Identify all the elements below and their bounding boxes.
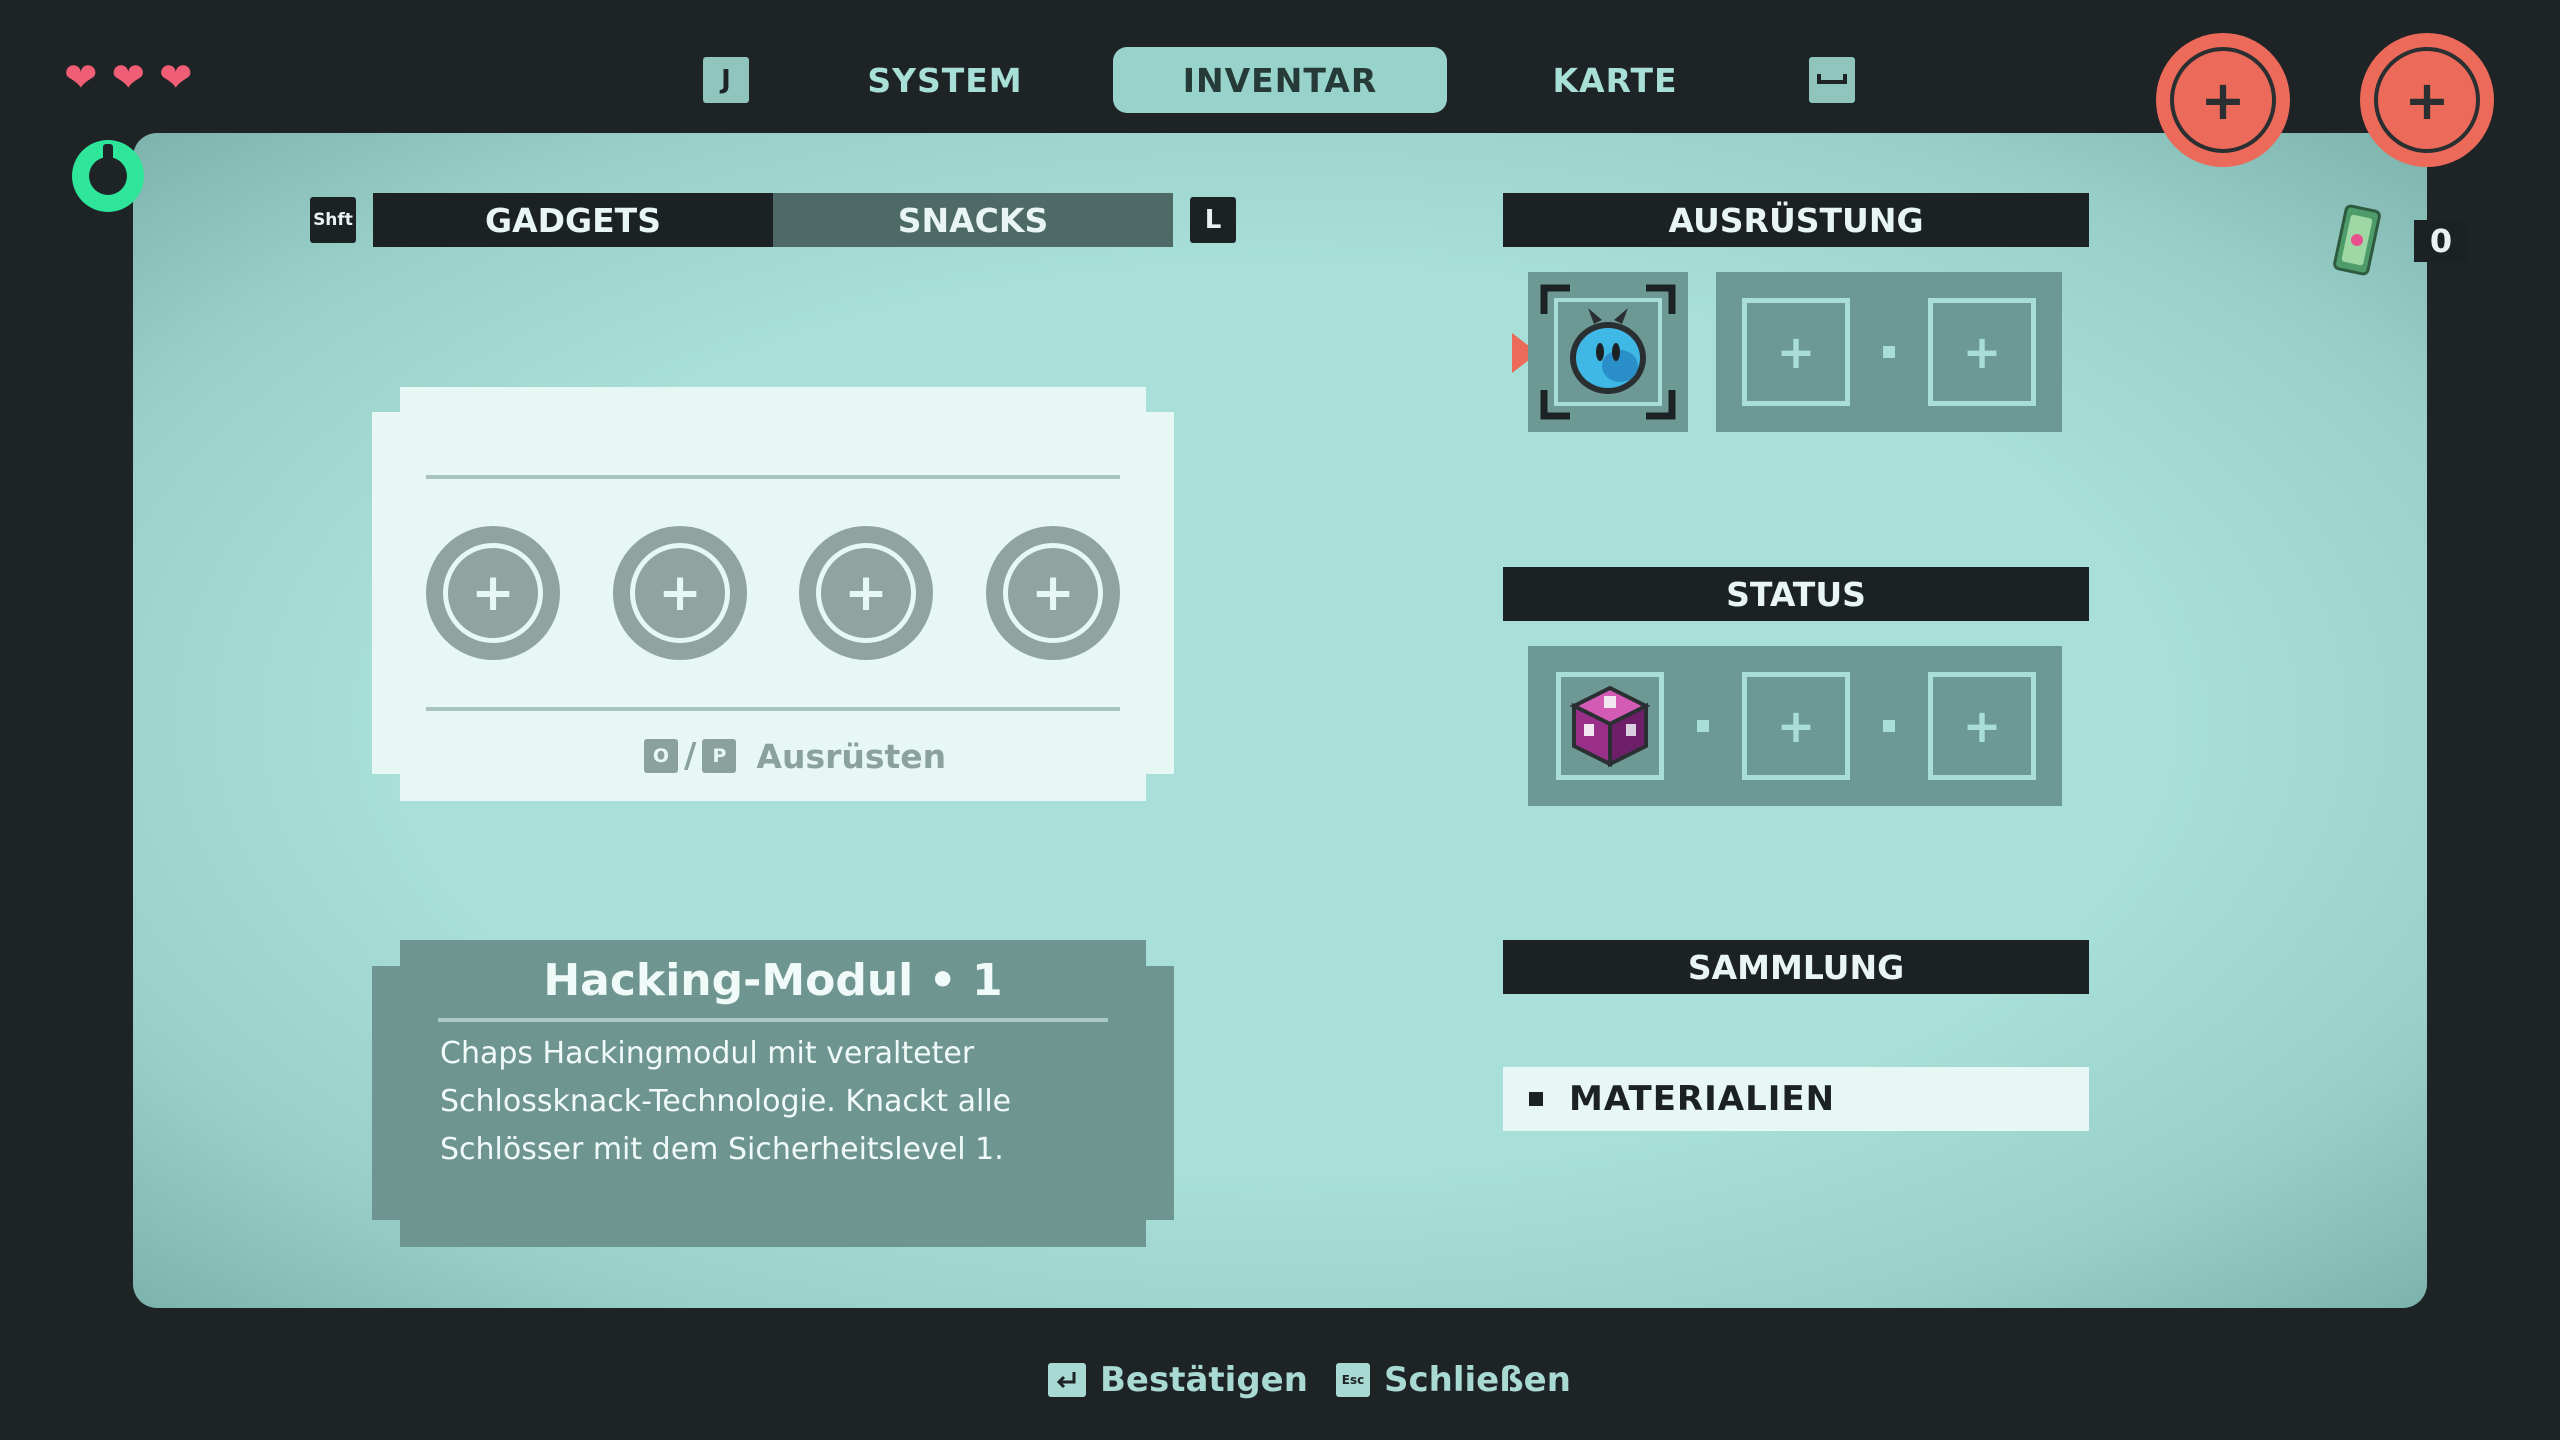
cube-item-icon <box>1569 685 1651 768</box>
collection-item-materialien[interactable]: MATERIALIEN <box>1503 1067 2089 1131</box>
slot-separator <box>1883 346 1895 358</box>
tab-karte[interactable]: KARTE <box>1500 47 1730 113</box>
slot-separator <box>1697 720 1709 732</box>
close-label: Schließen <box>1384 1360 1571 1400</box>
confirm-hint[interactable]: Bestätigen <box>1048 1360 1308 1400</box>
collection-header: SAMMLUNG <box>1503 940 2089 994</box>
plus-icon: + <box>1962 325 2002 379</box>
description-line: Schlösser mit dem Sicherheitslevel 1. <box>440 1132 1004 1167</box>
status-slot-1[interactable] <box>1556 672 1664 780</box>
next-subtab-key[interactable]: L <box>1190 197 1236 243</box>
currency-count: 0 <box>2414 220 2468 262</box>
divider <box>426 475 1120 479</box>
description-line: Chaps Hackingmodul mit veralteter <box>440 1036 975 1071</box>
description-line: Schlossknack-Technologie. Knackt alle <box>440 1084 1012 1119</box>
equipment-slot-2[interactable]: + <box>1742 298 1850 406</box>
heart-icon: ❤ <box>64 55 98 101</box>
plus-icon: + <box>816 543 916 643</box>
add-button-1[interactable]: + <box>2156 33 2290 167</box>
gadget-slot-4[interactable]: + <box>986 526 1120 660</box>
subtab-gadgets[interactable]: GADGETS <box>373 193 773 247</box>
equip-label: Ausrüsten <box>756 736 947 776</box>
equipment-header: AUSRÜSTUNG <box>1503 193 2089 247</box>
equip-key-o: O <box>644 739 678 773</box>
prev-subtab-key[interactable]: Shft <box>310 197 356 243</box>
gadget-slot-1[interactable]: + <box>426 526 560 660</box>
gadget-slot-3[interactable]: + <box>799 526 933 660</box>
health-hearts: ❤ ❤ ❤ <box>64 58 193 98</box>
slot-separator <box>1883 720 1895 732</box>
equipment-slot-3[interactable]: + <box>1928 298 2036 406</box>
status-slot-2[interactable]: + <box>1742 672 1850 780</box>
plus-icon: + <box>630 543 730 643</box>
item-title: Hacking-Modul • 1 <box>543 955 1003 1006</box>
enter-key-icon <box>1048 1363 1086 1397</box>
plus-icon: + <box>2170 47 2276 153</box>
card-currency-icon <box>2332 204 2382 276</box>
tab-system[interactable]: SYSTEM <box>830 47 1060 113</box>
plus-icon: + <box>1776 699 1816 753</box>
equip-hint: O / P Ausrüsten <box>644 736 946 776</box>
prev-tab-key[interactable]: J <box>703 57 749 103</box>
subtab-snacks[interactable]: SNACKS <box>773 193 1173 247</box>
space-key-icon[interactable] <box>1809 57 1855 103</box>
plus-icon: + <box>1962 699 2002 753</box>
hacking-module-icon <box>1564 306 1652 398</box>
power-ring-icon <box>72 140 144 212</box>
plus-icon: + <box>2374 47 2480 153</box>
tab-inventar[interactable]: INVENTAR <box>1113 47 1447 113</box>
item-description: Chaps Hackingmodul mit veralteter Schlos… <box>440 1030 1120 1174</box>
slash: / <box>684 736 697 776</box>
divider <box>426 707 1120 711</box>
status-header: STATUS <box>1503 567 2089 621</box>
heart-icon: ❤ <box>159 55 193 101</box>
esc-key-icon: Esc <box>1336 1363 1370 1397</box>
plus-icon: + <box>443 543 543 643</box>
plus-icon: + <box>1003 543 1103 643</box>
equip-key-p: P <box>702 739 737 773</box>
gadget-slot-2[interactable]: + <box>613 526 747 660</box>
divider <box>438 1018 1108 1022</box>
add-button-2[interactable]: + <box>2360 33 2494 167</box>
status-slot-3[interactable]: + <box>1928 672 2036 780</box>
collection-item-label: MATERIALIEN <box>1569 1079 1836 1119</box>
plus-icon: + <box>1776 325 1816 379</box>
bullet-icon <box>1529 1092 1543 1106</box>
close-hint[interactable]: Esc Schließen <box>1336 1360 1571 1400</box>
heart-icon: ❤ <box>111 55 146 101</box>
confirm-label: Bestätigen <box>1100 1360 1308 1400</box>
